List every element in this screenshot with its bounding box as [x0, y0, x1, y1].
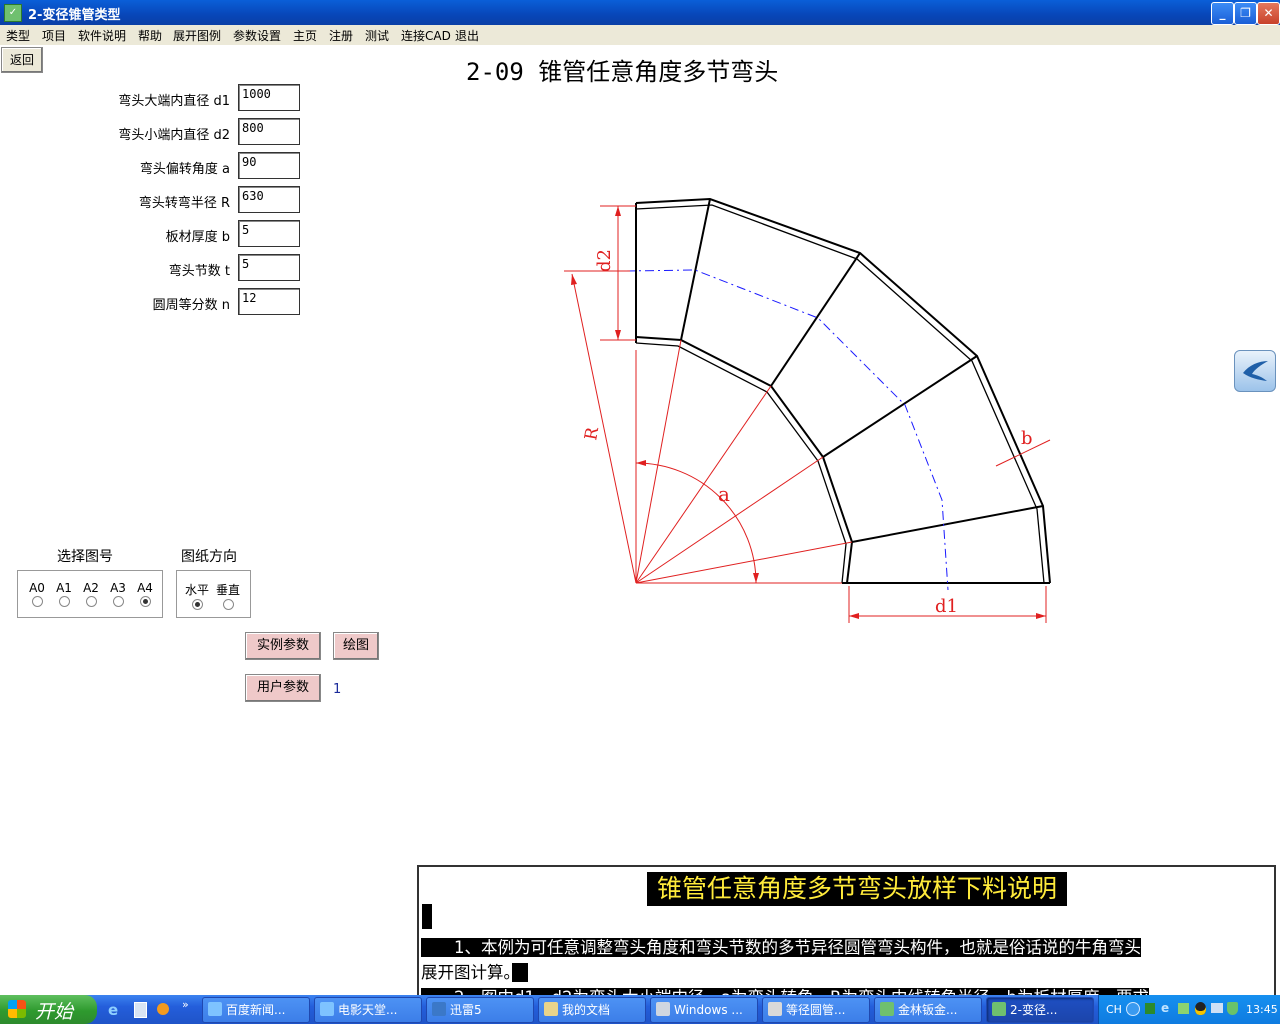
- description-text: 1、本例为可任意调整弯头角度和弯头节数的多节异径圆管弯头构件，也就是俗话说的牛角…: [421, 935, 1266, 999]
- tray-monitor-icon[interactable]: [1211, 1003, 1223, 1013]
- tray-network-icon[interactable]: [1178, 1003, 1189, 1014]
- start-label: 开始: [35, 1001, 74, 1023]
- centerline: [625, 269, 949, 591]
- description-line-2: 展开图计算。: [421, 963, 512, 982]
- task-movie-heaven[interactable]: 电影天堂...: [314, 997, 422, 1023]
- task-windows[interactable]: Windows ...: [650, 997, 758, 1023]
- tray-ie-icon[interactable]: e: [1161, 1001, 1169, 1015]
- description-panel: 锥管任意角度多节弯头放样下料说明 1、本例为可任意调整弯头角度和弯头节数的多节异…: [417, 865, 1276, 1001]
- system-tray: CH e 13:45: [1098, 995, 1280, 1024]
- media-quicklaunch-icon[interactable]: [157, 1003, 169, 1015]
- task-label: 电影天堂...: [338, 1003, 398, 1017]
- label-d2: d2: [594, 249, 615, 272]
- taskbar: 开始 e » 百度新闻... 电影天堂... 迅雷5 我的文档 Windows …: [0, 995, 1280, 1024]
- task-label: 我的文档: [562, 1003, 611, 1017]
- label-r: R: [581, 425, 603, 442]
- tray-app-icon[interactable]: [1145, 1003, 1155, 1014]
- task-baidu-news[interactable]: 百度新闻...: [202, 997, 310, 1023]
- label-a: a: [718, 482, 730, 506]
- task-xunlei[interactable]: 迅雷5: [426, 997, 534, 1023]
- task-jinlin-sheetmetal[interactable]: 金林钣金...: [874, 997, 982, 1023]
- desktop-quicklaunch-icon[interactable]: [134, 1002, 147, 1018]
- bird-logo-icon[interactable]: [1234, 350, 1276, 392]
- task-equal-pipe[interactable]: 等径圆管...: [762, 997, 870, 1023]
- arrowheads: [571, 206, 1046, 619]
- tray-shield-icon[interactable]: [1227, 1002, 1238, 1015]
- clock: 13:45: [1246, 1003, 1278, 1016]
- bird-logo-shape: [1243, 361, 1268, 381]
- language-indicator[interactable]: CH: [1106, 1003, 1122, 1016]
- task-label: 迅雷5: [450, 1003, 482, 1017]
- tray-collapse-icon[interactable]: [1126, 1002, 1140, 1016]
- start-button[interactable]: 开始: [0, 995, 97, 1024]
- label-d1: d1: [935, 596, 958, 617]
- ie-quicklaunch-icon[interactable]: e: [108, 1001, 118, 1019]
- description-title: 锥管任意角度多节弯头放样下料说明: [647, 872, 1068, 906]
- label-b: b: [1021, 428, 1033, 449]
- more-quicklaunch-icon[interactable]: »: [182, 998, 189, 1011]
- task-label: 2-变径...: [1010, 1003, 1058, 1017]
- description-line-1: 1、本例为可任意调整弯头角度和弯头节数的多节异径圆管弯头构件，也就是俗话说的牛角…: [421, 938, 1141, 957]
- task-label: 金林钣金...: [898, 1003, 958, 1017]
- task-label: 百度新闻...: [226, 1003, 286, 1017]
- windows-logo-icon: [8, 1000, 26, 1018]
- task-label: 等径圆管...: [786, 1003, 846, 1017]
- tray-qq-icon[interactable]: [1195, 1002, 1206, 1015]
- text-cursor: [422, 904, 432, 929]
- task-reducer-pipe[interactable]: 2-变径...: [986, 997, 1094, 1023]
- task-my-documents[interactable]: 我的文档: [538, 997, 646, 1023]
- elbow-outline: [635, 197, 1051, 584]
- task-label: Windows ...: [674, 1003, 743, 1017]
